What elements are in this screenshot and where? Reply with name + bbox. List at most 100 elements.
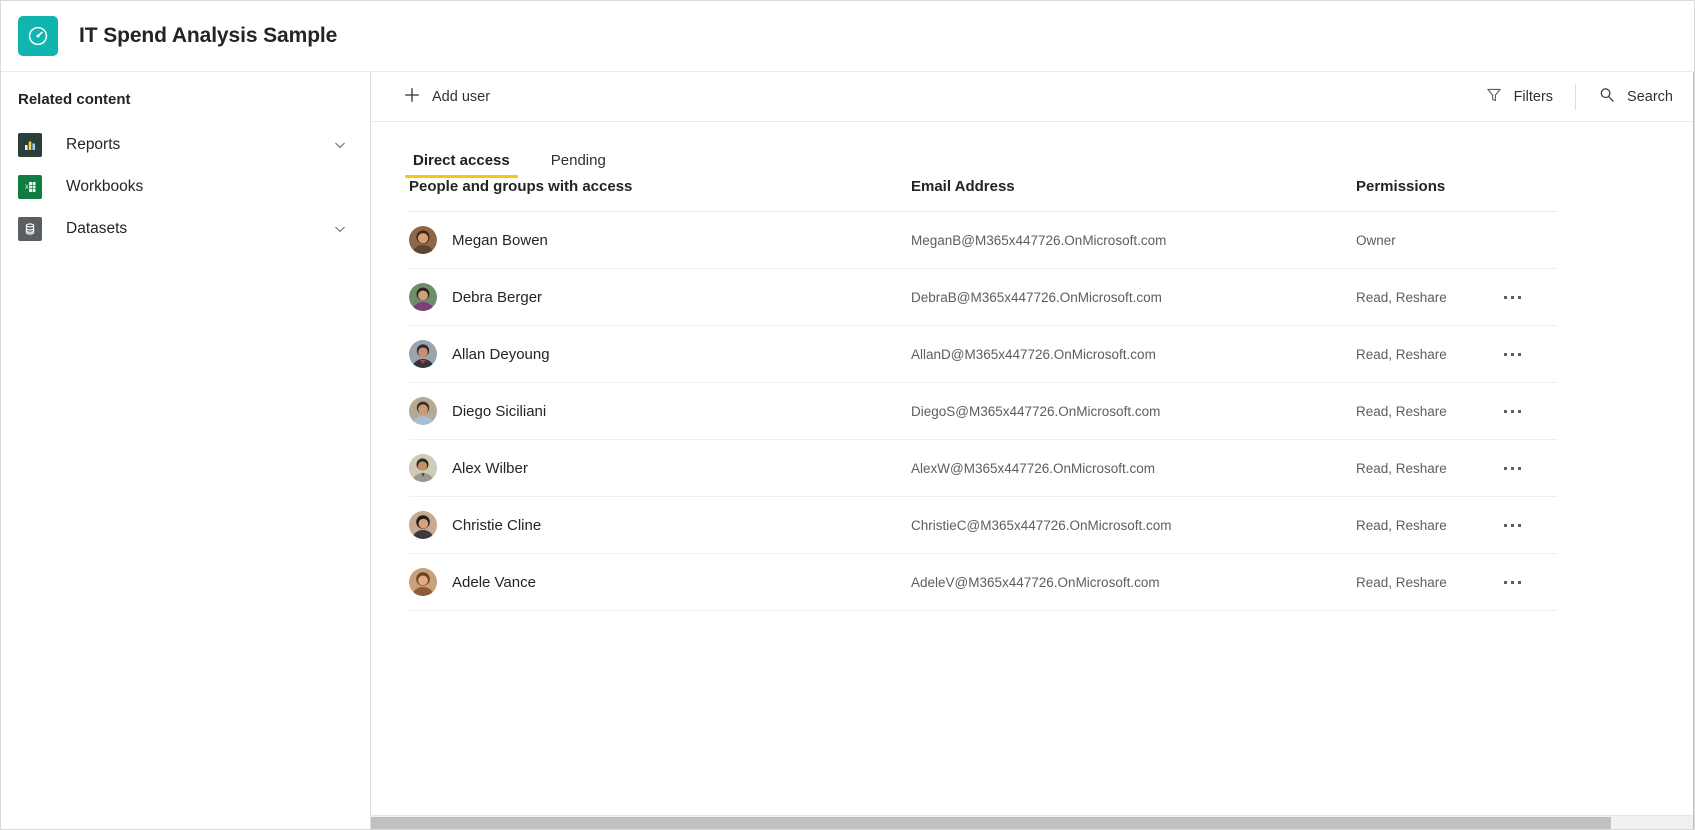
avatar xyxy=(409,397,437,425)
tab-label: Direct access xyxy=(413,152,510,169)
person-name: Megan Bowen xyxy=(452,231,548,249)
chevron-down-icon[interactable] xyxy=(332,137,348,153)
row-more-options-button[interactable] xyxy=(1496,395,1528,427)
cell-permissions: Read, Reshare xyxy=(1356,553,1496,611)
person-name: Diego Siciliani xyxy=(452,402,547,420)
access-table-container: People and groups with access Email Addr… xyxy=(371,178,1695,830)
tab-label: Pending xyxy=(550,152,606,169)
cell-email: AdeleV@M365x447726.OnMicrosoft.com xyxy=(911,553,1356,611)
tab-direct-access[interactable]: Direct access xyxy=(405,152,518,178)
row-more-options-button[interactable] xyxy=(1496,281,1528,313)
filters-label: Filters xyxy=(1513,88,1554,105)
cell-permissions: Read, Reshare xyxy=(1356,382,1496,440)
row-more-options-button[interactable] xyxy=(1496,566,1528,598)
cell-actions xyxy=(1496,496,1557,554)
cell-person: Adele Vance xyxy=(409,553,911,611)
cell-email: ChristieC@M365x447726.OnMicrosoft.com xyxy=(911,496,1356,554)
search-icon xyxy=(1598,86,1616,107)
table-row[interactable]: Christie Cline ChristieC@M365x447726.OnM… xyxy=(409,496,1557,554)
sidebar-item-label: Datasets xyxy=(66,220,128,237)
person-cell: Allan Deyoung xyxy=(409,340,911,368)
table-header-row: People and groups with access Email Addr… xyxy=(409,178,1557,212)
cell-email: DebraB@M365x447726.OnMicrosoft.com xyxy=(911,268,1356,326)
table-row[interactable]: Adele Vance AdeleV@M365x447726.OnMicroso… xyxy=(409,553,1557,611)
avatar xyxy=(409,226,437,254)
sidebar-heading: Related content xyxy=(18,91,131,108)
chevron-placeholder xyxy=(332,179,348,195)
row-more-options-button[interactable] xyxy=(1496,452,1528,484)
avatar xyxy=(409,511,437,539)
avatar xyxy=(409,454,437,482)
cell-person: Alex Wilber xyxy=(409,439,911,497)
page-title: IT Spend Analysis Sample xyxy=(79,23,338,47)
cell-permissions: Read, Reshare xyxy=(1356,496,1496,554)
column-header-permissions: Permissions xyxy=(1356,178,1496,212)
avatar xyxy=(409,340,437,368)
add-user-button[interactable]: Add user xyxy=(393,79,500,115)
more-options-icon xyxy=(1503,295,1521,299)
command-bar: Add user Filters Search xyxy=(371,72,1695,122)
cell-person: Megan Bowen xyxy=(409,211,911,269)
row-more-options-button[interactable] xyxy=(1496,338,1528,370)
horizontal-scrollbar-thumb[interactable] xyxy=(371,817,1611,830)
filters-button[interactable]: Filters xyxy=(1475,79,1563,115)
column-header-actions xyxy=(1496,178,1557,212)
body-wrapper: Related content Reports X Workbooks Data… xyxy=(0,72,1695,830)
cell-person: Debra Berger xyxy=(409,268,911,326)
person-cell: Diego Siciliani xyxy=(409,397,911,425)
table-row[interactable]: Debra Berger DebraB@M365x447726.OnMicros… xyxy=(409,268,1557,326)
sidebar-item-label: Reports xyxy=(66,136,121,153)
chevron-down-icon[interactable] xyxy=(332,221,348,237)
cell-email: AlexW@M365x447726.OnMicrosoft.com xyxy=(911,439,1356,497)
column-header-people: People and groups with access xyxy=(409,178,911,212)
cell-person: Christie Cline xyxy=(409,496,911,554)
sidebar-item-datasets[interactable]: Datasets xyxy=(0,208,370,250)
tab-pending[interactable]: Pending xyxy=(547,152,610,178)
sidebar-item-reports[interactable]: Reports xyxy=(0,124,370,166)
sidebar: Related content Reports X Workbooks Data… xyxy=(0,72,371,830)
avatar xyxy=(409,568,437,596)
cell-actions xyxy=(1496,211,1557,269)
person-name: Alex Wilber xyxy=(452,459,528,477)
person-name: Debra Berger xyxy=(452,288,543,306)
cell-permissions: Read, Reshare xyxy=(1356,268,1496,326)
search-label: Search xyxy=(1627,88,1673,105)
person-cell: Christie Cline xyxy=(409,511,911,539)
person-cell: Debra Berger xyxy=(409,283,911,311)
access-table: People and groups with access Email Addr… xyxy=(409,178,1557,611)
bar-chart-icon xyxy=(18,133,42,157)
table-row[interactable]: Alex Wilber AlexW@M365x447726.OnMicrosof… xyxy=(409,439,1557,497)
cell-actions xyxy=(1496,325,1557,383)
sidebar-item-label: Workbooks xyxy=(66,178,144,195)
cell-permissions: Owner xyxy=(1356,211,1496,269)
person-name: Allan Deyoung xyxy=(452,345,550,363)
cell-actions xyxy=(1496,553,1557,611)
cell-email: DiegoS@M365x447726.OnMicrosoft.com xyxy=(911,382,1356,440)
more-options-icon xyxy=(1503,580,1521,584)
svg-text:X: X xyxy=(25,185,29,191)
column-header-email: Email Address xyxy=(911,178,1356,212)
app-logo xyxy=(18,15,58,56)
horizontal-scrollbar[interactable] xyxy=(371,815,1695,830)
more-options-icon xyxy=(1503,409,1521,413)
table-row[interactable]: Diego Siciliani DiegoS@M365x447726.OnMic… xyxy=(409,382,1557,440)
sidebar-item-workbooks[interactable]: X Workbooks xyxy=(0,166,370,208)
row-more-options-button[interactable] xyxy=(1496,509,1528,541)
more-options-icon xyxy=(1503,466,1521,470)
cell-actions xyxy=(1496,439,1557,497)
person-cell: Megan Bowen xyxy=(409,226,911,254)
command-divider xyxy=(1575,83,1577,110)
table-header: People and groups with access Email Addr… xyxy=(409,178,1557,212)
person-name: Adele Vance xyxy=(452,573,536,591)
excel-workbook-icon: X xyxy=(18,175,42,199)
cell-actions xyxy=(1496,382,1557,440)
main-panel: Add user Filters Search Direct access Pe… xyxy=(371,72,1695,830)
table-row[interactable]: Megan Bowen MeganB@M365x447726.OnMicroso… xyxy=(409,211,1557,269)
cell-email: AllanD@M365x447726.OnMicrosoft.com xyxy=(911,325,1356,383)
table-row[interactable]: Allan Deyoung AllanD@M365x447726.OnMicro… xyxy=(409,325,1557,383)
search-button[interactable]: Search xyxy=(1588,79,1683,115)
table-body: Megan Bowen MeganB@M365x447726.OnMicroso… xyxy=(409,211,1557,611)
plus-icon xyxy=(403,86,421,107)
cell-email: MeganB@M365x447726.OnMicrosoft.com xyxy=(911,211,1356,269)
person-cell: Alex Wilber xyxy=(409,454,911,482)
